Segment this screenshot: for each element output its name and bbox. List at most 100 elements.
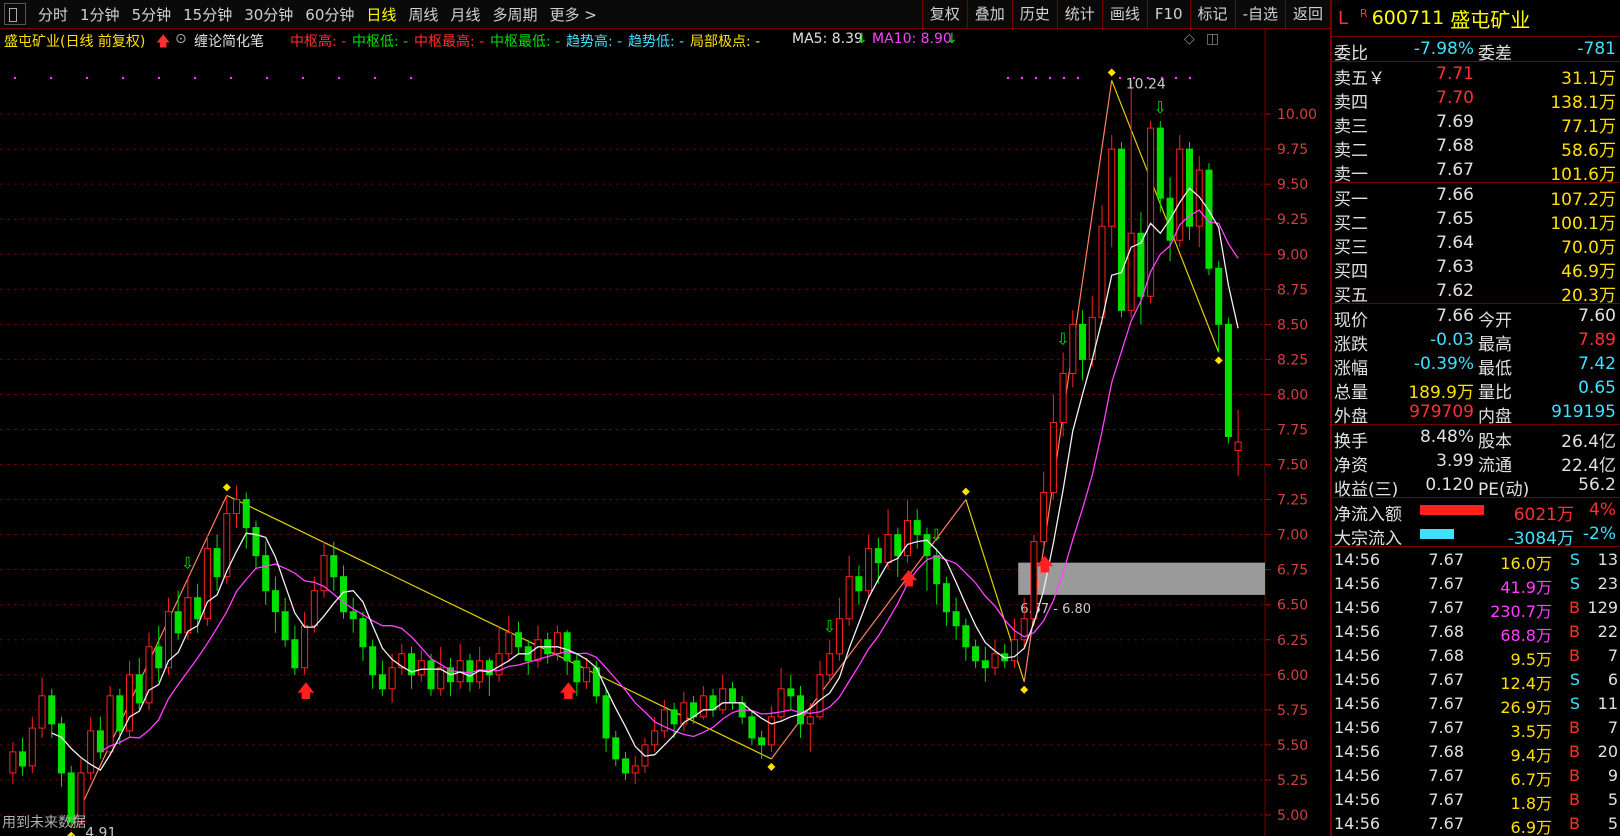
tab-timeframe-3[interactable]: 15分钟 [177,4,238,25]
ask-row-2[interactable]: 卖三 7.69 77.1万 [1332,110,1620,137]
tab-timeframe-9[interactable]: 多周期 [486,4,543,25]
tick-price-1: 7.67 [1428,574,1464,593]
candle-body-109 [1069,323,1077,374]
tab-timeframe-0[interactable]: 分时 [32,4,74,25]
tab-timeframe-8[interactable]: 月线 [444,4,486,25]
timeframe-tabs: 分时 1分钟 5分钟 15分钟 30分钟 60分钟 日线 周线 月线 多周期 更多 > [32,4,603,25]
toolbar-button-8[interactable]: 返回 [1284,0,1330,28]
ask-label-4: 卖一 [1334,165,1368,185]
tab-timeframe-10[interactable]: 更多 > [543,4,602,25]
tick-time-6: 14:56 [1334,694,1381,713]
tick-count-11: 5 [1607,814,1618,833]
candle-body-15 [155,646,163,669]
quote-value2-4: 919195 [1551,402,1616,422]
y-tick-label-4: 6.00 [1277,668,1308,684]
tick-time-11: 14:56 [1334,814,1381,833]
quote-panel: L R 600711 盛屯矿业 委比 -7.98% 委差 -781 卖五￥ 7.7… [1330,0,1620,836]
toolbar-button-7[interactable]: -自选 [1234,0,1285,28]
ask-book: 卖五￥ 7.71 31.1万 卖四 7.70 138.1万 卖三 7.69 77.1万 卖二 7.6… [1332,62,1620,185]
tab-timeframe-4[interactable]: 30分钟 [238,4,299,25]
tick-row-5: 14:56 7.67 12.4万 S 6 [1332,667,1620,693]
top-dot-8 [301,76,305,80]
candle-body-42 [417,660,425,676]
tick-price-11: 7.67 [1428,814,1464,833]
bid-book: 买一 7.66 107.2万 买二 7.65 100.1万 买三 7.64 70.0万 买四 7.6… [1332,183,1620,306]
toolbar-button-2[interactable]: 历史 [1011,0,1057,28]
candle-body-77 [758,737,766,746]
sidebar-toggle-icon[interactable] [4,3,26,25]
bid-row-1[interactable]: 买二 7.65 100.1万 [1332,207,1620,234]
tick-row-10: 14:56 7.67 1.8万 B 5 [1332,787,1620,813]
candle-body-81 [797,695,805,725]
top-dot-right-0 [1006,76,1010,80]
quote-value2-1: 7.89 [1578,330,1616,350]
candle-body-122 [1195,169,1203,227]
candle-body-68 [670,709,678,725]
top-dot-6 [229,76,233,80]
tick-direction-9: B [1569,766,1580,785]
tab-timeframe-2[interactable]: 5分钟 [126,4,178,25]
tab-timeframe-6[interactable]: 日线 [360,4,402,25]
tab-timeframe-7[interactable]: 周线 [402,4,444,25]
bid-row-2[interactable]: 买三 7.64 70.0万 [1332,231,1620,258]
ask-row-4[interactable]: 卖一 7.67 101.6万 [1332,158,1620,185]
quote-value-0: 7.66 [1436,306,1474,326]
top-dot-3 [121,76,125,80]
tick-direction-7: B [1569,718,1580,737]
bid-row-3[interactable]: 买四 7.63 46.9万 [1332,255,1620,282]
toolbar-button-5[interactable]: F10 [1146,0,1190,28]
candle-body-54 [534,639,542,662]
y-tick-label-6: 6.50 [1277,598,1308,614]
toolbar-button-0[interactable]: 复权 [921,0,967,28]
future-data-note: 用到未来数据 [2,815,86,831]
fund-value-1: 3.99 [1436,451,1474,471]
fund-label-2: 收益(三) [1334,480,1399,500]
tick-count-7: 7 [1607,718,1618,737]
sell-arrow-icon-4: ⇩ [1153,98,1166,117]
candle-body-51 [505,632,513,655]
tick-time-0: 14:56 [1334,550,1381,569]
quote-row-0: 现价 7.66 今开 7.60 [1332,304,1620,331]
tab-timeframe-1[interactable]: 1分钟 [74,4,126,25]
toolbar-button-3[interactable]: 统计 [1056,0,1102,28]
top-dot-right2-0 [1118,76,1122,80]
toolbar-button-1[interactable]: 叠加 [966,0,1012,28]
candle-body-49 [485,660,493,676]
tick-direction-5: S [1569,670,1580,689]
tick-list[interactable]: 14:56 7.67 16.0万 S 13 14:56 7.67 41.9万 S 23 14:56 7… [1332,547,1620,836]
fund-row-0: 换手 8.48% 股本 26.4亿 [1332,425,1620,452]
candle-body-0 [9,751,17,774]
tick-time-1: 14:56 [1334,574,1381,593]
buy-arrow-icon-3: 🡅 [900,569,919,590]
pivot-marker-6 [1214,356,1223,365]
quote-value2-2: 7.42 [1578,354,1616,374]
stock-code: 600711 [1371,7,1445,29]
candle-body-91 [894,534,902,557]
tab-timeframe-5[interactable]: 60分钟 [299,4,360,25]
tick-row-7: 14:56 7.67 3.5万 B 7 [1332,715,1620,741]
toolbar-button-6[interactable]: 标记 [1189,0,1235,28]
bid-row-4[interactable]: 买五 7.62 20.3万 [1332,279,1620,306]
tick-time-2: 14:56 [1334,598,1381,617]
stock-name: 盛屯矿业 [1450,7,1531,32]
buy-arrow-icon-2: 🡅 [559,681,578,702]
ask-row-3[interactable]: 卖二 7.68 58.6万 [1332,134,1620,161]
quote-label2-4: 内盘 [1478,407,1512,427]
pivot-marker-1 [222,483,231,492]
candlestick-chart[interactable]: 5.00 5.25 5.50 5.75 6.00 6.25 6.50 6.75 7.00 7.25… [0,29,1330,836]
ask-price-4: 7.67 [1436,160,1474,180]
fund-row-1: 净资 3.99 流通 22.4亿 [1332,449,1620,476]
ask-row-1[interactable]: 卖四 7.70 138.1万 [1332,86,1620,113]
candle-body-66 [651,730,659,746]
toolbar-button-4[interactable]: 画线 [1101,0,1147,28]
tick-time-10: 14:56 [1334,790,1381,809]
y-tick-label-2: 5.50 [1277,738,1308,754]
candle-body-33 [330,555,338,578]
y-tick-label-3: 5.75 [1277,703,1308,719]
ask-row-0[interactable]: 卖五￥ 7.71 31.1万 [1332,62,1620,89]
bid-row-0[interactable]: 买一 7.66 107.2万 [1332,183,1620,210]
candle-body-62 [612,737,620,760]
candle-body-125 [1224,323,1232,437]
candle-body-64 [631,765,639,774]
ask-price-0: 7.71 [1436,64,1474,84]
